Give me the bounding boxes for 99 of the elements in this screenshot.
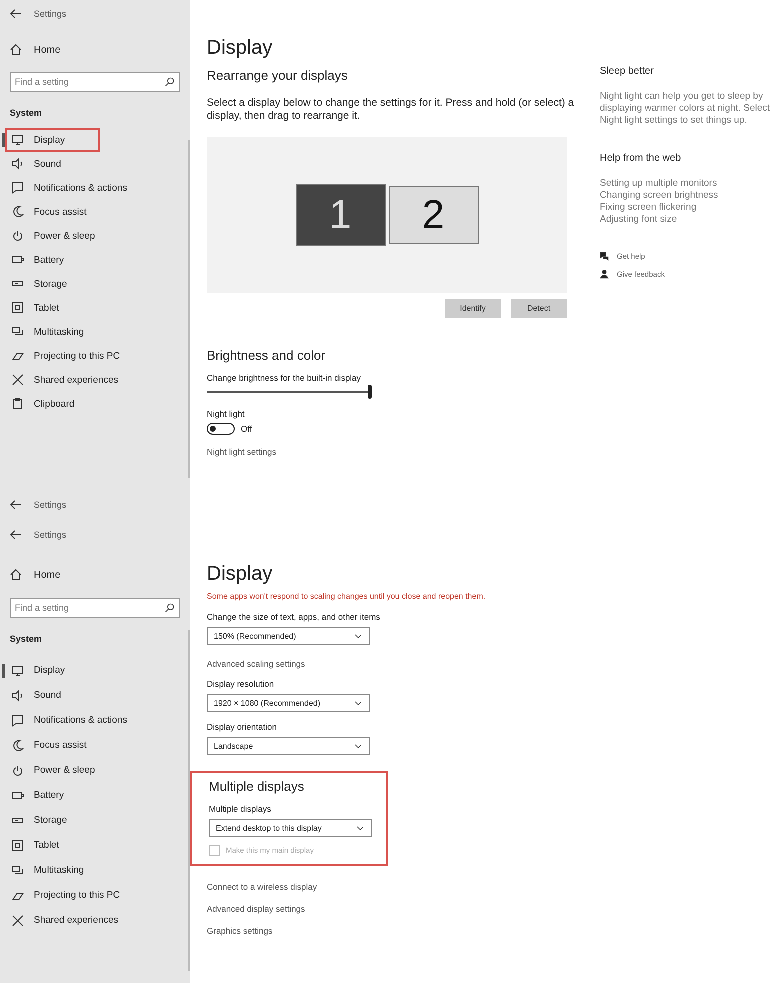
speaker-icon bbox=[12, 690, 24, 702]
home-icon bbox=[10, 569, 22, 581]
monitor-tile[interactable]: 2 bbox=[388, 186, 478, 244]
sidebar-item[interactable]: Battery bbox=[5, 248, 74, 272]
sidebar-item[interactable]: Sound bbox=[5, 152, 72, 176]
sidebar-item[interactable]: Tablet bbox=[5, 296, 70, 320]
setting-label: Display orientation bbox=[207, 722, 278, 732]
toggle-state-text: Off bbox=[241, 424, 252, 434]
sidebar-item[interactable]: Storage bbox=[5, 808, 78, 833]
back-link[interactable]: Settings bbox=[34, 530, 67, 540]
speaker-icon bbox=[12, 158, 24, 170]
sidebar-item[interactable]: Shared experiences bbox=[5, 908, 128, 933]
slider-label: Change brightness for the built-in display bbox=[207, 373, 362, 383]
option-link[interactable]: Advanced display settings bbox=[207, 904, 306, 914]
moon-icon bbox=[12, 740, 24, 752]
aside-paragraph: Night light can help you get to sleep by displaying warmer colors at night. Select Night light settings to set things up. bbox=[600, 91, 772, 127]
chevron-down-icon bbox=[354, 698, 363, 708]
action-button[interactable]: Detect bbox=[511, 299, 567, 318]
setting-label: Display resolution bbox=[207, 679, 276, 689]
monitor-tile[interactable]: 1 bbox=[296, 184, 386, 246]
sidebar-item[interactable]: Power & sleep bbox=[5, 758, 106, 783]
back-arrow-icon bbox=[10, 8, 22, 20]
tablet-icon bbox=[12, 302, 24, 314]
windows-stack-icon bbox=[12, 864, 24, 876]
power-icon bbox=[12, 764, 24, 776]
sidebar-item[interactable]: Notifications & actions bbox=[5, 176, 138, 200]
help-link[interactable]: Adjusting font size bbox=[600, 214, 678, 226]
search-field[interactable]: Find a setting bbox=[10, 72, 180, 92]
sidebar-item[interactable]: Multitasking bbox=[5, 858, 94, 883]
toggle-label: Night light bbox=[207, 409, 246, 419]
home-link[interactable]: Home bbox=[34, 570, 61, 580]
sidebar-item[interactable]: Display bbox=[5, 128, 100, 152]
sidebar-item[interactable]: Tablet bbox=[5, 833, 70, 858]
home-icon bbox=[10, 44, 22, 56]
section-heading: Brightness and color bbox=[207, 348, 327, 363]
battery-icon bbox=[12, 790, 24, 802]
battery-icon bbox=[12, 254, 24, 266]
toggle-switch[interactable] bbox=[207, 423, 235, 435]
chat-bubbles-icon bbox=[600, 252, 609, 261]
moon-icon bbox=[12, 206, 24, 218]
option-link[interactable]: Graphics settings bbox=[207, 926, 273, 936]
help-link[interactable]: Changing screen brightness bbox=[600, 190, 718, 202]
monitor-icon bbox=[12, 134, 24, 146]
description-text: Select a display below to change the settings for it. Press and hold (or select) a display, then drag to rearrange it. bbox=[207, 97, 576, 123]
sidebar-item[interactable]: Projecting to this PC bbox=[5, 344, 130, 368]
sidebar-item[interactable]: Notifications & actions bbox=[5, 708, 138, 733]
section-label: System bbox=[9, 107, 42, 120]
monitor-icon bbox=[12, 664, 24, 676]
person-icon bbox=[600, 270, 609, 279]
back-arrow-icon bbox=[10, 499, 22, 511]
warning-text: Some apps won't respond to scaling changes until you close and reopen them. bbox=[207, 592, 487, 602]
chevron-down-icon bbox=[356, 824, 365, 832]
sidebar-item[interactable]: Storage bbox=[5, 272, 78, 296]
search-field[interactable]: Find a setting bbox=[10, 598, 180, 618]
dropdown[interactable]: 1920 × 1080 (Recommended) bbox=[207, 694, 370, 712]
help-link[interactable]: Setting up multiple monitors bbox=[600, 178, 718, 190]
aside-heading: Help from the web bbox=[600, 153, 682, 164]
chevron-down-icon bbox=[354, 632, 363, 640]
home-link[interactable]: Home bbox=[34, 44, 61, 56]
dropdown[interactable]: Extend desktop to this display bbox=[209, 819, 372, 837]
sidebar-item[interactable]: Projecting to this PC bbox=[5, 883, 130, 908]
aside-heading: Sleep better bbox=[600, 66, 655, 77]
dropdown[interactable]: 150% (Recommended) bbox=[207, 627, 370, 645]
option-link[interactable]: Connect to a wireless display bbox=[207, 882, 318, 892]
power-icon bbox=[12, 230, 24, 242]
sidebar-item[interactable]: Multitasking bbox=[5, 320, 94, 344]
section-heading: Multiple displays bbox=[209, 779, 306, 794]
setting-label: Change the size of text, apps, and other items bbox=[207, 612, 382, 622]
back-link[interactable]: Settings bbox=[34, 500, 67, 510]
sidebar-item[interactable]: Sound bbox=[5, 683, 72, 708]
setting-label: Multiple displays bbox=[209, 804, 272, 814]
section-heading: Rearrange your displays bbox=[207, 68, 349, 83]
sidebar-item[interactable]: Display bbox=[5, 658, 76, 683]
sidebar-item[interactable]: Power & sleep bbox=[5, 224, 106, 248]
search-icon bbox=[165, 77, 175, 87]
scrollbar[interactable] bbox=[188, 630, 190, 971]
action-button[interactable]: Identify bbox=[445, 299, 501, 318]
option-link[interactable]: Night light settings bbox=[207, 447, 276, 457]
page-title: Display bbox=[207, 562, 274, 586]
section-label: System bbox=[9, 633, 42, 646]
sidebar-item[interactable]: Focus assist bbox=[5, 200, 97, 224]
page-title: Display bbox=[207, 36, 274, 60]
scrollbar[interactable] bbox=[188, 140, 190, 478]
option-link[interactable]: Advanced scaling settings bbox=[207, 659, 306, 669]
speech-bubble-icon bbox=[12, 714, 24, 726]
sidebar-item[interactable]: Clipboard bbox=[5, 392, 85, 416]
sidebar-item[interactable]: Focus assist bbox=[5, 733, 97, 758]
help-link[interactable]: Fixing screen flickering bbox=[600, 202, 697, 214]
sidebar-item[interactable]: Battery bbox=[5, 783, 74, 808]
windows-stack-icon bbox=[12, 326, 24, 338]
search-icon bbox=[165, 603, 175, 613]
back-arrow-icon bbox=[10, 529, 22, 541]
clipboard-icon bbox=[12, 398, 24, 410]
tablet-icon bbox=[12, 840, 24, 852]
dropdown[interactable]: Landscape bbox=[207, 737, 370, 755]
chevron-down-icon bbox=[354, 742, 363, 750]
back-link[interactable]: Settings bbox=[34, 9, 67, 19]
sidebar-item[interactable]: Shared experiences bbox=[5, 368, 128, 392]
speech-bubble-icon bbox=[12, 182, 24, 194]
